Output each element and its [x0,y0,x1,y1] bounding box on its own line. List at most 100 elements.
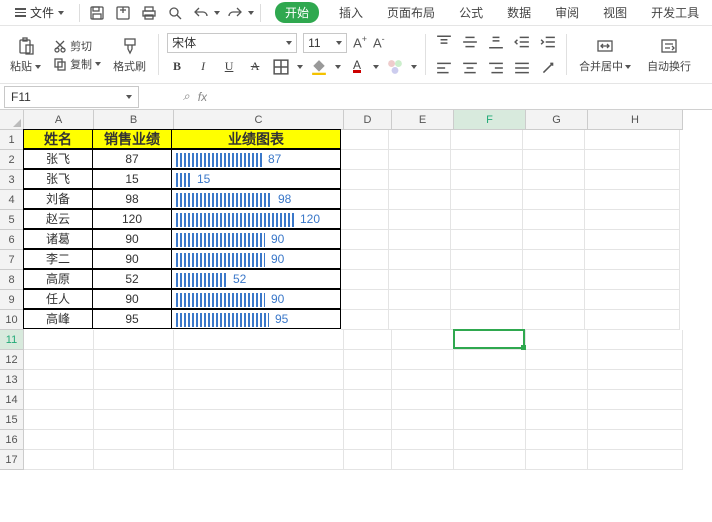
cell-B8[interactable]: 52 [92,269,172,289]
col-header-E[interactable]: E [392,110,454,130]
cell-D9[interactable] [341,290,389,310]
cell-H4[interactable] [585,190,680,210]
cell-A7[interactable]: 李二 [23,249,93,269]
cell-C8[interactable]: 52 [171,269,341,289]
align-bottom-icon[interactable] [486,32,506,52]
cell-C4[interactable]: 98 [171,189,341,209]
cell-A15[interactable] [24,410,94,430]
cell-D15[interactable] [344,410,392,430]
cell-G16[interactable] [526,430,588,450]
cell-E17[interactable] [392,450,454,470]
cell-F17[interactable] [454,450,526,470]
cell-B10[interactable]: 95 [92,309,172,329]
cell-F12[interactable] [454,350,526,370]
cell-E9[interactable] [389,290,451,310]
col-header-G[interactable]: G [526,110,588,130]
redo-dropdown-icon[interactable] [248,11,254,15]
cell-E5[interactable] [389,210,451,230]
cell-B4[interactable]: 98 [92,189,172,209]
cell-D17[interactable] [344,450,392,470]
cell-A6[interactable]: 诸葛 [23,229,93,249]
file-menu[interactable]: 文件 [6,1,73,24]
cell-D5[interactable] [341,210,389,230]
cell-B6[interactable]: 90 [92,229,172,249]
tab-review[interactable]: 审阅 [551,2,583,23]
cell-E15[interactable] [392,410,454,430]
cell-F14[interactable] [454,390,526,410]
indent-inc-icon[interactable] [538,32,558,52]
cell-D4[interactable] [341,190,389,210]
cell-G7[interactable] [523,250,585,270]
cell-F1[interactable] [451,130,523,150]
underline-button[interactable]: U [219,57,239,77]
cell-F13[interactable] [454,370,526,390]
orientation-icon[interactable] [538,58,558,78]
cell-style-button[interactable] [385,57,405,77]
cell-G1[interactable] [523,130,585,150]
tab-layout[interactable]: 页面布局 [383,2,439,23]
row-header-7[interactable]: 7 [0,250,24,270]
increase-font-icon[interactable]: A+ [353,34,367,50]
cell-E14[interactable] [392,390,454,410]
col-header-H[interactable]: H [588,110,683,130]
tab-view[interactable]: 视图 [599,2,631,23]
cell-A17[interactable] [24,450,94,470]
cell-G13[interactable] [526,370,588,390]
print-icon[interactable] [138,2,160,24]
font-name-select[interactable]: 宋体 [167,33,297,53]
cell-B11[interactable] [94,330,174,350]
cell-G8[interactable] [523,270,585,290]
cell-E12[interactable] [392,350,454,370]
align-middle-icon[interactable] [460,32,480,52]
cell-C1[interactable]: 业绩图表 [171,129,341,149]
fx-icon[interactable]: fx [198,90,207,104]
cell-G4[interactable] [523,190,585,210]
row-header-10[interactable]: 10 [0,310,24,330]
bold-button[interactable]: B [167,57,187,77]
format-painter-button[interactable]: 格式刷 [109,30,150,79]
cell-D3[interactable] [341,170,389,190]
cell-E6[interactable] [389,230,451,250]
cell-D6[interactable] [341,230,389,250]
cell-A12[interactable] [24,350,94,370]
cell-G5[interactable] [523,210,585,230]
spreadsheet-grid[interactable]: ABCDEFGH 1234567891011121314151617 姓名销售业… [0,110,712,510]
save-icon[interactable] [86,2,108,24]
name-box[interactable]: F11 [4,86,139,108]
cell-B16[interactable] [94,430,174,450]
font-color-button[interactable]: A [347,57,367,77]
cell-E3[interactable] [389,170,451,190]
cell-C10[interactable]: 95 [171,309,341,329]
cell-E10[interactable] [389,310,451,330]
cell-D10[interactable] [341,310,389,330]
cell-A14[interactable] [24,390,94,410]
cell-H6[interactable] [585,230,680,250]
col-header-D[interactable]: D [344,110,392,130]
row-header-4[interactable]: 4 [0,190,24,210]
cell-A4[interactable]: 刘备 [23,189,93,209]
cell-B7[interactable]: 90 [92,249,172,269]
cell-C15[interactable] [174,410,344,430]
cell-E2[interactable] [389,150,451,170]
cell-E8[interactable] [389,270,451,290]
col-header-A[interactable]: A [24,110,94,130]
cell-C6[interactable]: 90 [171,229,341,249]
cell-C12[interactable] [174,350,344,370]
cell-A5[interactable]: 赵云 [23,209,93,229]
cell-B12[interactable] [94,350,174,370]
cell-H8[interactable] [585,270,680,290]
save-as-icon[interactable] [112,2,134,24]
cell-F10[interactable] [451,310,523,330]
cell-H13[interactable] [588,370,683,390]
cell-H10[interactable] [585,310,680,330]
cell-H17[interactable] [588,450,683,470]
cell-H15[interactable] [588,410,683,430]
merge-center-button[interactable]: 合并居中 [575,30,635,79]
cell-D11[interactable] [344,330,392,350]
row-header-6[interactable]: 6 [0,230,24,250]
row-header-3[interactable]: 3 [0,170,24,190]
decrease-font-icon[interactable]: A- [373,34,385,50]
cell-H16[interactable] [588,430,683,450]
cell-B1[interactable]: 销售业绩 [92,129,172,149]
cell-H11[interactable] [588,330,683,350]
